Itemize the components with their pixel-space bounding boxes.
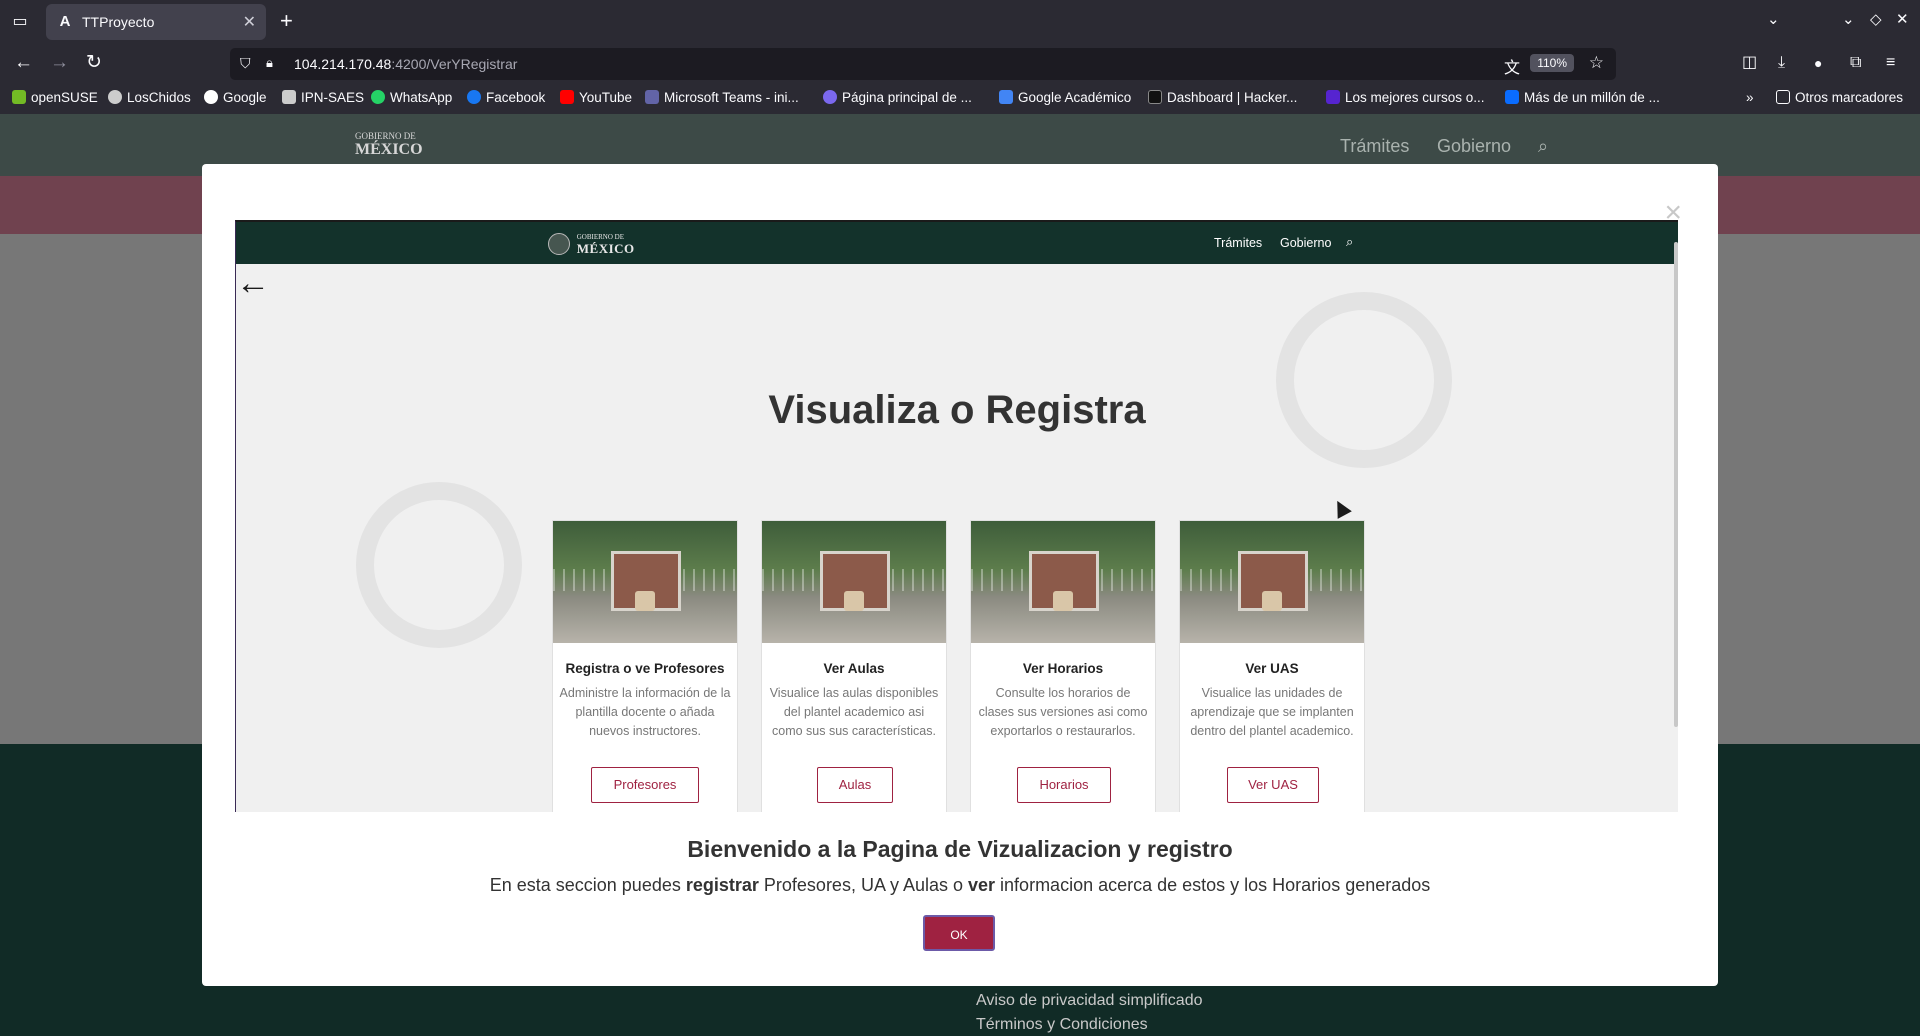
mexico-emblem-icon <box>548 233 570 255</box>
maximize-icon[interactable]: ◇ <box>1870 10 1882 28</box>
bookmark-star-icon[interactable]: ☆ <box>1589 53 1604 73</box>
profesores-button: Profesores <box>591 767 699 803</box>
bookmark-opensuse[interactable]: openSUSE <box>12 90 98 105</box>
preview-nav-gobierno: Gobierno <box>1280 236 1332 250</box>
campus-photo <box>762 521 946 643</box>
footer-privacy-link[interactable]: Aviso de privacidad simplificado <box>976 992 1202 1010</box>
url-text[interactable]: 104.214.170.48:4200/VerYRegistrar <box>294 56 517 72</box>
search-icon[interactable]: ⌕ <box>1538 136 1548 157</box>
footer-terms-link[interactable]: Términos y Condiciones <box>976 1016 1148 1034</box>
card-description: Visualice las unidades de aprendizaje qu… <box>1190 686 1354 738</box>
bookmark-whatsapp[interactable]: WhatsApp <box>371 90 452 105</box>
campus-photo <box>971 521 1155 643</box>
preview-gov-header: GOBIERNO DE MÉXICO Trámites Gobierno ⌕ <box>236 222 1678 264</box>
ver-uas-button: Ver UAS <box>1227 767 1319 803</box>
bookmark-millon[interactable]: Más de un millón de ... <box>1505 90 1660 105</box>
translate-icon[interactable]: 文 <box>1504 54 1520 78</box>
card-profesores: Registra o ve Profesores Administre la i… <box>552 520 738 812</box>
preview-back-arrow-icon: ← <box>236 264 270 302</box>
card-description: Administre la información de la plantill… <box>559 686 731 738</box>
menu-icon[interactable]: ≡ <box>1886 52 1895 74</box>
preview-nav-tramites: Trámites <box>1214 236 1263 250</box>
downloads-icon[interactable]: ⤓ <box>1778 52 1785 74</box>
campus-photo <box>1180 521 1364 643</box>
card-description: Consulte los horarios de clases sus vers… <box>978 686 1148 738</box>
card-title: Ver Horarios <box>1022 661 1104 676</box>
lock-icon[interactable]: 🔒︎ <box>266 55 273 71</box>
browser-tab-active[interactable]: A TTProyecto ✕ <box>46 4 266 40</box>
card-description: Visualice las aulas disponibles del plan… <box>769 686 939 738</box>
preview-scrollbar <box>1674 242 1678 727</box>
aulas-button: Aulas <box>817 767 893 803</box>
other-bookmarks-folder[interactable]: Otros marcadores <box>1776 90 1903 105</box>
card-title: Registra o ve Profesores <box>565 661 725 676</box>
tab-title: TTProyecto <box>82 14 155 30</box>
campus-photo <box>553 521 737 643</box>
modal-description: En esta seccion puedes registrar Profeso… <box>489 875 1431 895</box>
browser-nav-bar: ← → ↻ ⛉ 🔒︎ 104.214.170.48:4200/VerYRegis… <box>0 44 1920 84</box>
tracking-shield-icon[interactable]: ⛉ <box>240 55 251 72</box>
angular-favicon-icon: A <box>59 13 71 30</box>
preview-search-icon: ⌕ <box>1346 234 1354 249</box>
bookmark-youtube[interactable]: YouTube <box>560 90 632 105</box>
gear-watermark-icon <box>356 482 522 648</box>
card-title: Ver Aulas <box>823 661 885 676</box>
card-horarios: Ver Horarios Consulte los horarios de cl… <box>970 520 1156 812</box>
back-icon[interactable]: ← <box>14 52 33 74</box>
zoom-level-badge[interactable]: 110% <box>1530 54 1574 72</box>
pocket-icon[interactable]: ◫ <box>1742 52 1757 74</box>
new-tab-icon[interactable]: + <box>280 9 293 33</box>
preview-gob-mx-logo: GOBIERNO DE MÉXICO <box>548 232 635 256</box>
welcome-modal: × GOBIERNO DE MÉXICO Trámites Gobierno ⌕ … <box>202 164 1718 986</box>
reload-icon[interactable]: ↻ <box>86 52 102 74</box>
account-icon[interactable]: ● <box>1814 52 1822 74</box>
forward-icon[interactable]: → <box>50 52 69 74</box>
bookmark-microsoft-teams[interactable]: Microsoft Teams - ini... <box>645 90 799 105</box>
horarios-button: Horarios <box>1017 767 1111 803</box>
card-title: Ver UAS <box>1245 661 1299 676</box>
gear-watermark-icon <box>1276 292 1452 468</box>
tab-list-icon[interactable]: ▭ <box>8 10 32 34</box>
nav-gobierno[interactable]: Gobierno <box>1437 136 1511 157</box>
bookmark-pagina-principal[interactable]: Página principal de ... <box>823 90 972 105</box>
bookmark-hackerrank[interactable]: Dashboard | Hacker... <box>1148 90 1297 105</box>
nav-tramites[interactable]: Trámites <box>1340 136 1409 157</box>
bookmark-ipn-saes[interactable]: IPN-SAES <box>282 90 364 105</box>
card-aulas: Ver Aulas Visualice las aulas disponible… <box>761 520 947 812</box>
bookmark-google[interactable]: Google <box>204 90 267 105</box>
modal-heading: Bienvenido a la Pagina de Vizualizacion … <box>687 836 1233 862</box>
window-close-icon[interactable]: ✕ <box>1896 10 1909 28</box>
gob-mx-logo: GOBIERNO DE MÉXICO <box>355 131 423 158</box>
extensions-icon[interactable]: ⧉ <box>1850 52 1861 74</box>
url-bar[interactable]: ⛉ 🔒︎ 104.214.170.48:4200/VerYRegistrar 文… <box>230 48 1616 80</box>
bookmark-loschidos[interactable]: LosChidos <box>108 90 191 105</box>
preview-title: Visualiza o Registra <box>768 388 1146 432</box>
folder-icon <box>1776 90 1790 104</box>
ok-button[interactable]: OK <box>923 915 995 951</box>
bookmark-facebook[interactable]: Facebook <box>467 90 545 105</box>
list-all-tabs-icon[interactable]: ⌄ <box>1767 10 1780 28</box>
bookmarks-toolbar: openSUSE LosChidos Google IPN-SAES Whats… <box>0 84 1920 114</box>
bookmark-google-academico[interactable]: Google Académico <box>999 90 1131 105</box>
card-uas: Ver UAS Visualice las unidades de aprend… <box>1179 520 1365 812</box>
minimize-icon[interactable]: ⌄ <box>1842 10 1855 28</box>
bookmarks-overflow-icon[interactable]: » <box>1746 90 1754 105</box>
tab-close-icon[interactable]: ✕ <box>243 12 256 32</box>
modal-preview-image: GOBIERNO DE MÉXICO Trámites Gobierno ⌕ ← … <box>235 220 1678 812</box>
browser-tab-bar: ▭ A TTProyecto ✕ + ⌄ ⌄ ◇ ✕ <box>0 0 1920 44</box>
bookmark-cursos[interactable]: Los mejores cursos o... <box>1326 90 1485 105</box>
